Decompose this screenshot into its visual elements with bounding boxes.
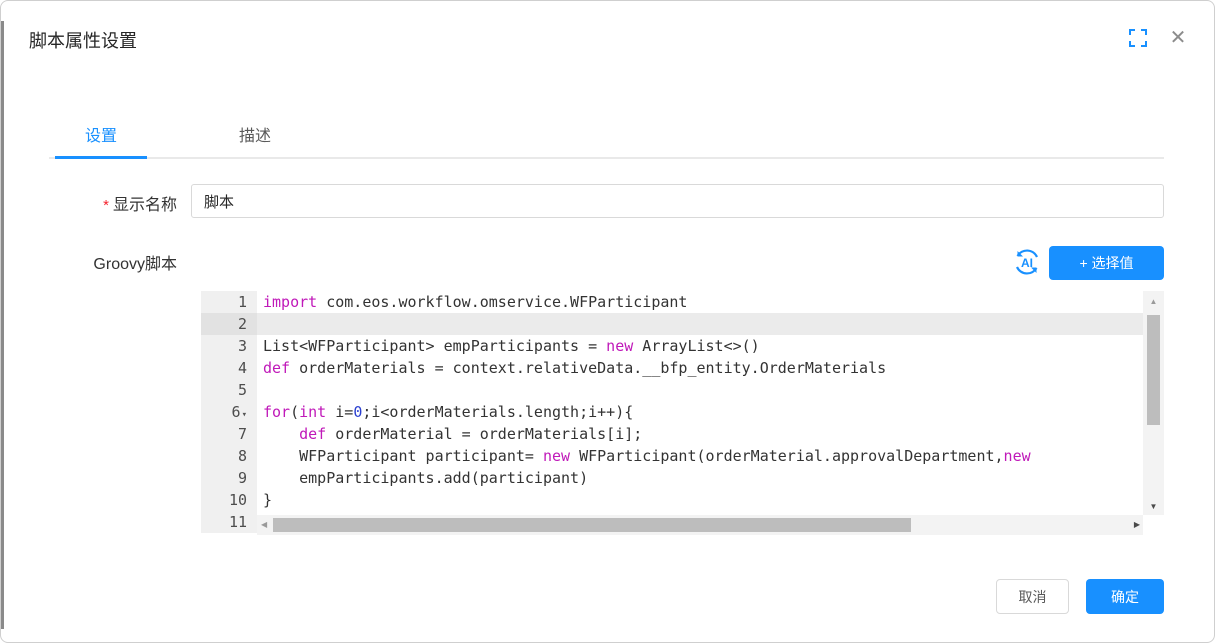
- scroll-left-icon[interactable]: ◀: [261, 515, 267, 535]
- cancel-button[interactable]: 取消: [996, 579, 1069, 614]
- fullscreen-button[interactable]: [1127, 28, 1149, 50]
- vertical-scrollbar[interactable]: ▲ ▼: [1143, 291, 1164, 515]
- code-line[interactable]: 1import com.eos.workflow.omservice.WFPar…: [201, 291, 1143, 313]
- tab-settings[interactable]: 设置: [55, 122, 147, 159]
- code-line[interactable]: 2: [201, 313, 1143, 335]
- select-value-button[interactable]: + 选择值: [1049, 246, 1164, 280]
- code-line[interactable]: 10}: [201, 489, 1143, 511]
- line-number: 11: [201, 511, 257, 533]
- close-icon: ✕: [1170, 27, 1187, 49]
- code-text[interactable]: }: [257, 489, 1143, 511]
- line-number: 1: [201, 291, 257, 313]
- line-number: 5: [201, 379, 257, 401]
- code-text[interactable]: def orderMaterial = orderMaterials[i];: [257, 423, 1143, 445]
- tab-description[interactable]: 描述: [209, 122, 301, 159]
- required-asterisk: *: [103, 197, 109, 214]
- line-number: 2: [201, 313, 257, 335]
- fullscreen-icon: [1129, 35, 1147, 50]
- groovy-script-label: Groovy脚本: [29, 250, 177, 274]
- line-number: 3: [201, 335, 257, 357]
- code-editor[interactable]: 1import com.eos.workflow.omservice.WFPar…: [201, 291, 1164, 535]
- code-text[interactable]: empParticipants.add(participant): [257, 467, 1143, 489]
- display-name-input[interactable]: [191, 184, 1164, 218]
- display-name-label: *显示名称: [29, 191, 177, 215]
- code-text[interactable]: def orderMaterials = context.relativeDat…: [257, 357, 1143, 379]
- line-number: 9: [201, 467, 257, 489]
- code-text[interactable]: for(int i=0;i<orderMaterials.length;i++)…: [257, 401, 1143, 423]
- horizontal-scrollbar[interactable]: ◀ ▶: [257, 515, 1143, 535]
- code-text[interactable]: import com.eos.workflow.omservice.WFPart…: [257, 291, 1143, 313]
- display-name-label-text: 显示名称: [113, 197, 177, 214]
- code-lines: 1import com.eos.workflow.omservice.WFPar…: [201, 291, 1143, 533]
- svg-text:AI: AI: [1021, 256, 1033, 270]
- vertical-scroll-thumb[interactable]: [1147, 315, 1160, 425]
- script-properties-dialog: 脚本属性设置 ✕ 设置 描述 *显示名称 Groovy脚本 AI + 选择值 1…: [0, 0, 1215, 643]
- code-text[interactable]: [257, 379, 1143, 401]
- line-number: 6▾: [201, 401, 257, 423]
- line-number: 8: [201, 445, 257, 467]
- ai-assistant-button[interactable]: AI: [1011, 247, 1043, 279]
- code-line[interactable]: 9 empParticipants.add(participant): [201, 467, 1143, 489]
- code-line[interactable]: 8 WFParticipant participant= new WFParti…: [201, 445, 1143, 467]
- code-line[interactable]: 5: [201, 379, 1143, 401]
- code-text[interactable]: WFParticipant participant= new WFPartici…: [257, 445, 1143, 467]
- code-text[interactable]: [257, 313, 1143, 335]
- line-number: 4: [201, 357, 257, 379]
- scroll-up-icon[interactable]: ▲: [1143, 297, 1164, 306]
- line-number: 10: [201, 489, 257, 511]
- line-number: 7: [201, 423, 257, 445]
- scroll-down-icon[interactable]: ▼: [1143, 502, 1164, 511]
- scroll-right-icon[interactable]: ▶: [1134, 515, 1140, 535]
- code-line[interactable]: 4def orderMaterials = context.relativeDa…: [201, 357, 1143, 379]
- tab-strip: 设置 描述: [49, 119, 1164, 159]
- code-text[interactable]: List<WFParticipant> empParticipants = ne…: [257, 335, 1143, 357]
- code-line[interactable]: 3List<WFParticipant> empParticipants = n…: [201, 335, 1143, 357]
- confirm-button[interactable]: 确定: [1086, 579, 1164, 614]
- ai-icon: AI: [1012, 265, 1042, 280]
- code-line[interactable]: 7 def orderMaterial = orderMaterials[i];: [201, 423, 1143, 445]
- fold-arrow-icon[interactable]: ▾: [242, 410, 247, 420]
- horizontal-scroll-thumb[interactable]: [273, 518, 911, 532]
- code-line[interactable]: 6▾for(int i=0;i<orderMaterials.length;i+…: [201, 401, 1143, 423]
- dialog-title: 脚本属性设置: [29, 27, 137, 53]
- close-button[interactable]: ✕: [1165, 25, 1191, 51]
- window-edge: [1, 21, 4, 629]
